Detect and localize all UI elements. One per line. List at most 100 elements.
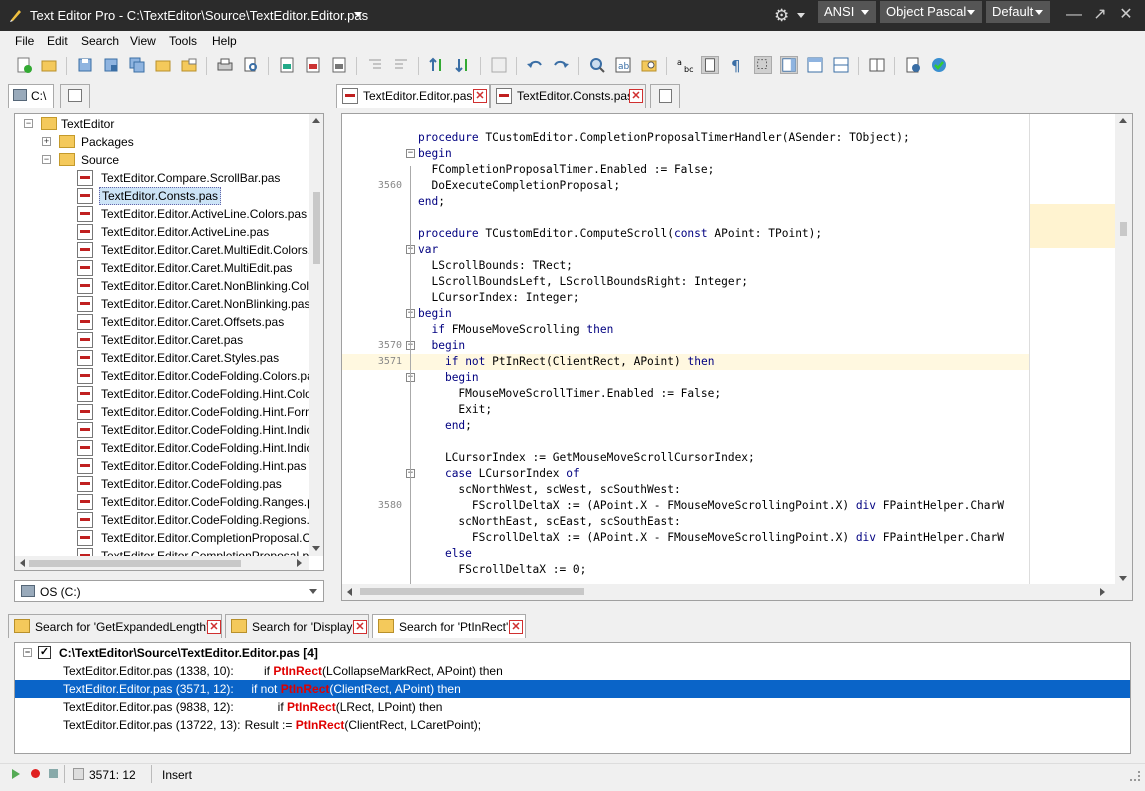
add-directory-tab-button[interactable] <box>60 84 90 108</box>
code-line[interactable]: − begin <box>342 306 1029 322</box>
scroll-down-icon[interactable] <box>1119 576 1127 581</box>
minimize-button[interactable]: — <box>1064 5 1084 25</box>
chevron-down-icon[interactable] <box>797 13 805 18</box>
scroll-thumb[interactable] <box>1120 222 1127 236</box>
search-result-row[interactable]: TextEditor.Editor.pas (3571, 12): if not… <box>15 680 1130 698</box>
compare-files-icon[interactable] <box>868 56 886 74</box>
minimap-icon[interactable] <box>780 56 798 74</box>
drive-select[interactable]: OS (C:) <box>14 580 324 602</box>
tab-consts-pas[interactable]: TextEditor.Consts.pas ✕ <box>490 84 646 108</box>
code-line[interactable]: end; <box>342 418 1029 434</box>
scroll-thumb[interactable] <box>29 560 241 567</box>
title-dropdown-icon[interactable] <box>354 12 362 17</box>
code-line[interactable]: else <box>342 546 1029 562</box>
code-line[interactable] <box>342 210 1029 226</box>
remove-document-icon[interactable] <box>304 56 322 74</box>
close-tab-icon[interactable]: ✕ <box>207 620 221 634</box>
scroll-left-icon[interactable] <box>347 588 352 596</box>
code-line[interactable]: scNorthEast, scEast, scSouthEast: <box>342 514 1029 530</box>
sort-ascending-icon[interactable] <box>428 56 446 74</box>
web-update-icon[interactable] <box>930 56 948 74</box>
menu-tools[interactable]: Tools <box>169 34 197 48</box>
code-line[interactable]: FMouseMoveScrollTimer.Enabled := False; <box>342 386 1029 402</box>
code-line[interactable]: if FMouseMoveScrolling then <box>342 322 1029 338</box>
record-macro-icon[interactable] <box>31 769 40 778</box>
ruler-icon[interactable] <box>806 56 824 74</box>
stop-macro-icon[interactable] <box>49 769 58 778</box>
scroll-thumb[interactable] <box>313 192 320 264</box>
code-line[interactable]: LCursorIndex := GetMouseMoveScrollCursor… <box>342 450 1029 466</box>
scroll-down-icon[interactable] <box>312 546 320 551</box>
highlighter-dropdown[interactable]: Object Pascal <box>880 1 982 23</box>
collapse-icon[interactable]: − <box>42 155 51 164</box>
code-line[interactable]: − begin <box>342 370 1029 386</box>
save-as-icon[interactable] <box>102 56 120 74</box>
code-line[interactable] <box>342 434 1029 450</box>
save-icon[interactable] <box>76 56 94 74</box>
close-tab-icon[interactable]: ✕ <box>353 620 367 634</box>
fold-toggle-icon[interactable]: − <box>406 149 415 158</box>
line-numbers-icon[interactable] <box>701 56 719 74</box>
minimap-viewport[interactable] <box>1030 204 1116 248</box>
scroll-left-icon[interactable] <box>20 559 25 567</box>
scroll-right-icon[interactable] <box>1100 588 1105 596</box>
code-line[interactable]: FScrollDeltaX := 0; <box>342 562 1029 578</box>
editor-horizontal-scrollbar[interactable] <box>342 584 1132 600</box>
code-line[interactable]: LScrollBounds: TRect; <box>342 258 1029 274</box>
collapse-icon[interactable]: − <box>24 119 33 128</box>
folder-icon[interactable] <box>154 56 172 74</box>
gear-icon[interactable]: ⚙ <box>774 6 794 26</box>
toggle-case-icon[interactable] <box>490 56 508 74</box>
resize-grip-icon[interactable] <box>1130 771 1140 781</box>
scroll-up-icon[interactable] <box>312 118 320 123</box>
split-view-icon[interactable] <box>832 56 850 74</box>
tree-horizontal-scrollbar[interactable] <box>15 556 309 570</box>
selection-mode-icon[interactable] <box>754 56 772 74</box>
code-line[interactable]: end; <box>342 194 1029 210</box>
tab-editor-pas[interactable]: TextEditor.Editor.pas ✕ <box>336 84 490 108</box>
menu-file[interactable]: File <box>15 34 34 48</box>
code-line[interactable]: 3560 DoExecuteCompletionProposal; <box>342 178 1029 194</box>
expand-icon[interactable]: + <box>42 137 51 146</box>
tab-drive-c[interactable]: C:\ <box>8 84 54 108</box>
word-wrap-icon[interactable]: abc <box>676 56 694 74</box>
menu-search[interactable]: Search <box>81 34 119 48</box>
save-all-icon[interactable] <box>128 56 146 74</box>
close-tab-icon[interactable]: ✕ <box>473 89 487 103</box>
menu-view[interactable]: View <box>130 34 156 48</box>
file-tree[interactable]: − TextEditor + Packages − Source TextEdi… <box>14 113 324 571</box>
minimap[interactable] <box>1029 114 1116 586</box>
collapse-icon[interactable]: − <box>23 648 32 657</box>
search-result-row[interactable]: TextEditor.Editor.pas (9838, 12): if PtI… <box>15 698 1130 716</box>
folder-open-icon[interactable] <box>180 56 198 74</box>
new-file-icon[interactable] <box>15 56 33 74</box>
code-line[interactable]: FCompletionProposalTimer.Enabled := Fals… <box>342 162 1029 178</box>
indent-icon[interactable] <box>366 56 384 74</box>
search-result-row[interactable]: TextEditor.Editor.pas (1338, 10): if PtI… <box>15 662 1130 680</box>
options-icon[interactable] <box>904 56 922 74</box>
scroll-up-icon[interactable] <box>1119 118 1127 123</box>
code-line[interactable]: procedure TCustomEditor.CompletionPropos… <box>342 130 1029 146</box>
maximize-button[interactable]: ↗ <box>1090 5 1110 25</box>
print-icon[interactable] <box>216 56 234 74</box>
menu-help[interactable]: Help <box>212 34 237 48</box>
tab-search-ptinrect[interactable]: Search for 'PtInRect' ✕ <box>372 614 526 638</box>
close-document-icon[interactable] <box>330 56 348 74</box>
code-line[interactable]: LCursorIndex: Integer; <box>342 290 1029 306</box>
skin-dropdown[interactable]: Default <box>986 1 1050 23</box>
search-result-row[interactable]: TextEditor.Editor.pas (13722, 13): Resul… <box>15 716 1130 734</box>
editor-vertical-scrollbar[interactable] <box>1115 114 1132 586</box>
pilcrow-icon[interactable]: ¶ <box>728 56 746 74</box>
code-line[interactable]: 3570− begin <box>342 338 1029 354</box>
tab-search-getexpandedlength[interactable]: Search for 'GetExpandedLength' ✕ <box>8 614 222 638</box>
code-line[interactable]: FScrollDeltaX := (APoint.X - FMouseMoveS… <box>342 530 1029 546</box>
menu-edit[interactable]: Edit <box>47 34 68 48</box>
close-tab-icon[interactable]: ✕ <box>629 89 643 103</box>
print-preview-icon[interactable] <box>242 56 260 74</box>
new-tab-button[interactable] <box>650 84 680 108</box>
code-line[interactable]: − case LCursorIndex of <box>342 466 1029 482</box>
redo-icon[interactable] <box>552 56 570 74</box>
code-line[interactable]: − begin <box>342 146 1029 162</box>
code-line[interactable]: 3571 if not PtInRect(ClientRect, APoint)… <box>342 354 1029 370</box>
outdent-icon[interactable] <box>392 56 410 74</box>
